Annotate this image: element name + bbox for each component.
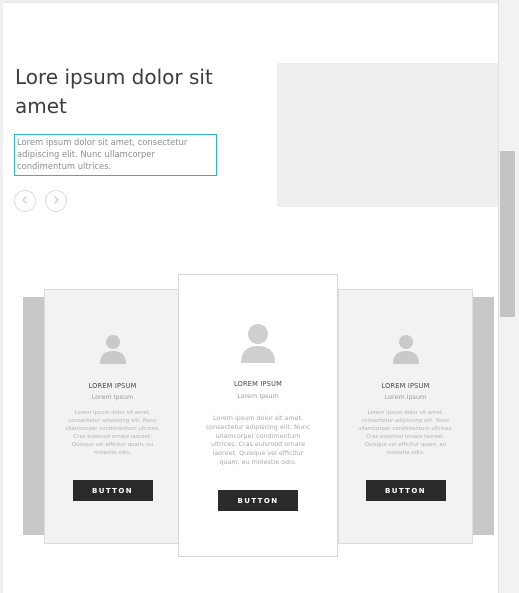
card-button[interactable]: BUTTON <box>365 480 446 501</box>
card-subtitle: Lorem Ipsum <box>237 392 279 400</box>
next-button[interactable] <box>45 190 67 212</box>
hero-title: Lore ipsum dolor sit amet <box>15 65 213 118</box>
profile-card-left: LOREM IPSUM Lorem Ipsum Lorem ipsum dolo… <box>44 289 181 544</box>
profile-card-right: LOREM IPSUM Lorem Ipsum Lorem ipsum dolo… <box>338 289 473 544</box>
user-icon <box>392 334 420 364</box>
scrollbar-thumb[interactable] <box>500 151 515 317</box>
chevron-right-icon <box>51 192 61 210</box>
profile-card-center: LOREM IPSUM Lorem Ipsum Lorem ipsum dolo… <box>178 274 338 557</box>
card-body: Lorem ipsum dolor sit amet, consectetur … <box>358 410 453 456</box>
user-icon <box>99 334 127 364</box>
card-title: LOREM IPSUM <box>234 380 282 388</box>
carousel-backdrop-right <box>473 297 494 535</box>
card-button[interactable]: BUTTON <box>72 480 153 501</box>
hero-image-placeholder <box>277 63 498 207</box>
card-body: Lorem ipsum dolor sit amet, consectetur … <box>205 414 311 466</box>
card-title: LOREM IPSUM <box>88 382 137 390</box>
card-body: Lorem ipsum dolor sit amet, consectetur … <box>65 410 160 456</box>
card-subtitle: Lorem Ipsum <box>91 393 134 401</box>
page-canvas: Lore ipsum dolor sit amet Lorem ipsum do… <box>3 2 498 593</box>
chevron-left-icon <box>20 192 30 210</box>
card-button[interactable]: BUTTON <box>218 490 298 511</box>
card-title: LOREM IPSUM <box>381 382 430 390</box>
user-icon <box>240 323 276 363</box>
prev-button[interactable] <box>14 190 36 212</box>
card-subtitle: Lorem Ipsum <box>384 393 427 401</box>
hero-text-box[interactable]: Lorem ipsum dolor sit amet, consectetur … <box>14 134 217 176</box>
